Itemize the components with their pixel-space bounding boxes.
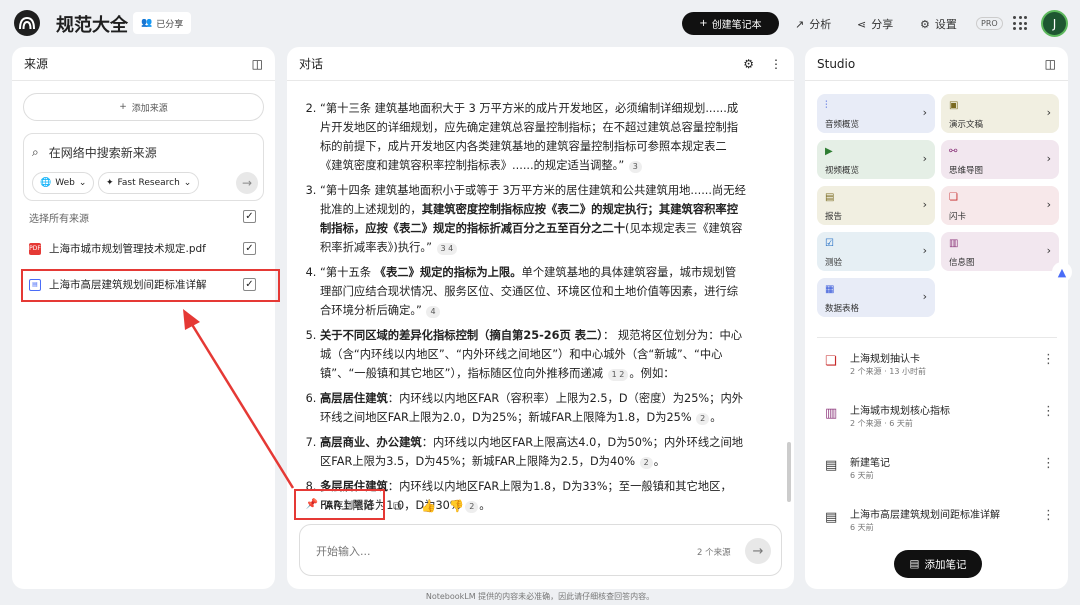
annotation-arrow — [183, 309, 295, 489]
